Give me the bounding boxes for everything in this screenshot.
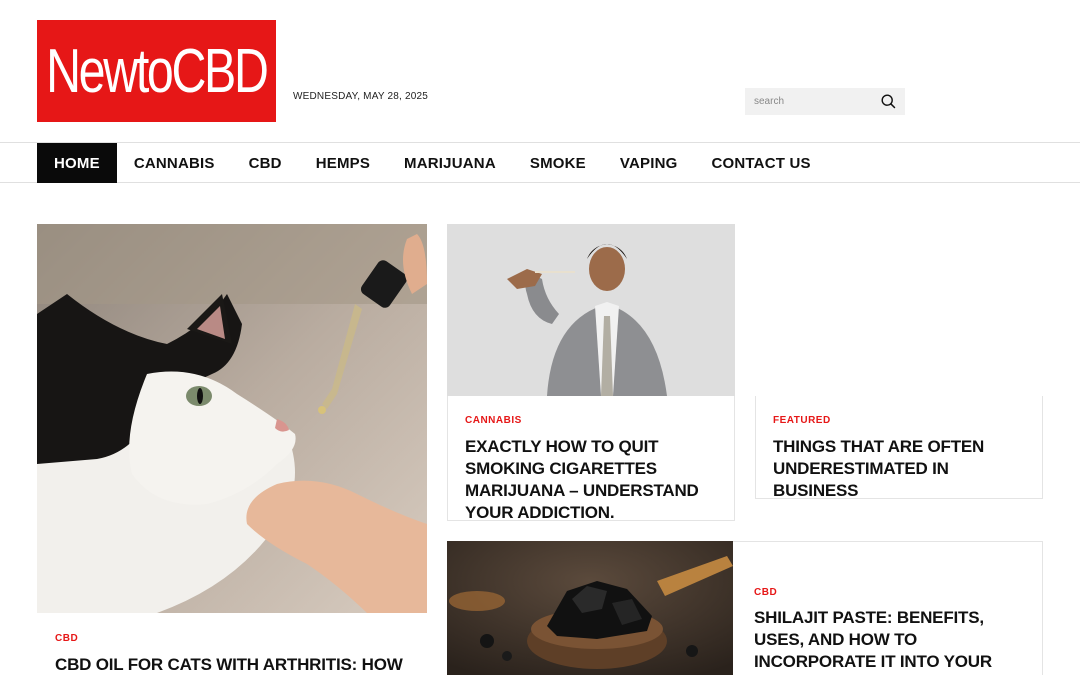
article-title[interactable]: SHILAJIT PASTE: BENEFITS, USES, AND HOW … <box>754 607 1024 675</box>
article-category[interactable]: CBD <box>754 587 777 598</box>
site-header: NewtoCBD WEDNESDAY, MAY 28, 2025 <box>0 0 1080 142</box>
article-image-shilajit[interactable] <box>447 541 733 675</box>
magnifier-icon <box>880 94 895 109</box>
nav-item-cbd[interactable]: CBD <box>232 143 299 183</box>
article-category[interactable]: FEATURED <box>773 415 831 426</box>
logo-text: NewtoCBD <box>46 36 269 106</box>
search-button[interactable] <box>873 88 903 115</box>
article-category[interactable]: CBD <box>55 633 78 644</box>
main-navigation: HOME CANNABIS CBD HEMPS MARIJUANA SMOKE … <box>0 142 1080 183</box>
article-title[interactable]: THINGS THAT ARE OFTEN UNDERESTIMATED IN … <box>773 436 1023 502</box>
nav-item-cannabis[interactable]: CANNABIS <box>117 143 232 183</box>
nav-item-vaping[interactable]: VAPING <box>603 143 695 183</box>
site-logo[interactable]: NewtoCBD <box>37 20 276 122</box>
nav-item-home[interactable]: HOME <box>37 143 117 183</box>
article-title[interactable]: CBD OIL FOR CATS WITH ARTHRITIS: HOW IT … <box>55 654 415 675</box>
nav-item-hemps[interactable]: HEMPS <box>299 143 387 183</box>
article-image-man-smoking[interactable] <box>447 224 735 396</box>
search-box <box>745 88 905 115</box>
nav-item-contact-us[interactable]: CONTACT US <box>694 143 827 183</box>
search-input[interactable] <box>745 88 873 115</box>
article-category[interactable]: CANNABIS <box>465 415 522 426</box>
nav-item-marijuana[interactable]: MARIJUANA <box>387 143 513 183</box>
nav-item-smoke[interactable]: SMOKE <box>513 143 603 183</box>
article-title[interactable]: EXACTLY HOW TO QUIT SMOKING CIGARETTES M… <box>465 436 715 524</box>
current-date: WEDNESDAY, MAY 28, 2025 <box>293 91 429 102</box>
article-image-cat[interactable] <box>37 224 427 613</box>
